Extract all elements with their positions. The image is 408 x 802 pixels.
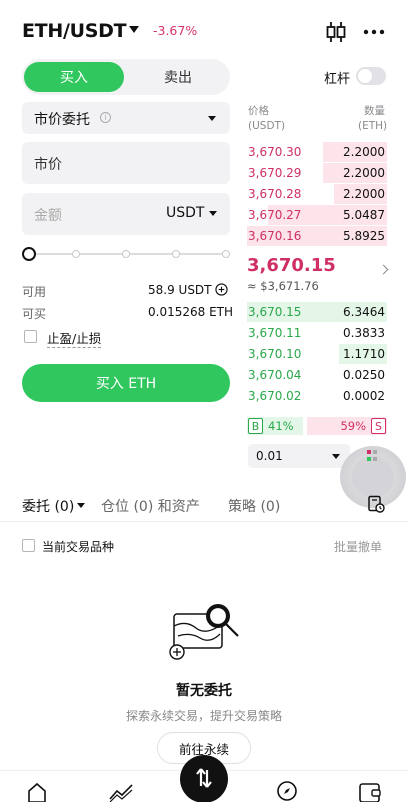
current-pair-label: 当前交易品种: [42, 540, 115, 554]
ask-qty: 5.0487: [343, 208, 385, 222]
leverage-toggle[interactable]: [356, 67, 386, 85]
ask-price: 3,670.27: [248, 208, 302, 222]
ob-price-header: 价格: [248, 105, 269, 117]
available-value: 58.9 USDT: [148, 283, 212, 297]
chevron-right-icon[interactable]: [378, 264, 389, 275]
buy-ratio: 41%: [268, 419, 294, 433]
ask-price: 3,670.29: [248, 166, 302, 180]
bid-qty: 1.1710: [343, 347, 385, 361]
bid-qty: 0.0002: [343, 389, 385, 403]
ask-qty: 2.2000: [343, 166, 385, 180]
ask-row[interactable]: 3,670.27 5.0487: [247, 205, 387, 225]
ask-price: 3,670.16: [248, 229, 302, 243]
buy-button[interactable]: 买入 ETH: [22, 364, 230, 402]
tpsl-checkbox[interactable]: [24, 330, 37, 343]
add-funds-icon[interactable]: [215, 283, 228, 296]
sell-badge: S: [371, 418, 386, 434]
slider-step-75[interactable]: [172, 250, 180, 258]
slider-step-100[interactable]: [222, 250, 230, 258]
ask-qty: 2.2000: [343, 145, 385, 159]
unit-dropdown-icon[interactable]: [209, 211, 217, 216]
price-change: -3.67%: [153, 23, 198, 38]
bid-row[interactable]: 3,670.11 0.3833: [247, 323, 387, 343]
ask-row[interactable]: 3,670.16 5.8925: [247, 226, 387, 246]
ob-price-unit: (USDT): [248, 120, 286, 132]
orders-filter-icon[interactable]: [77, 503, 85, 508]
candlestick-icon[interactable]: [324, 20, 348, 44]
ob-qty-unit: (ETH): [358, 120, 388, 132]
sell-ratio: 59%: [340, 419, 366, 433]
bid-row[interactable]: 3,670.10 1.1710: [247, 344, 387, 364]
buy-badge: B: [248, 418, 263, 434]
bid-price: 3,670.15: [248, 305, 302, 319]
bid-row[interactable]: 3,670.02 0.0002: [247, 386, 387, 406]
tpsl-label[interactable]: 止盈/止损: [47, 328, 102, 348]
tab-positions[interactable]: 仓位 (0) 和资产: [101, 496, 200, 516]
price-field-text: 市价: [34, 157, 62, 173]
amount-placeholder: 金额: [34, 208, 62, 224]
bid-price: 3,670.11: [248, 326, 302, 340]
ask-qty: 5.8925: [343, 229, 385, 243]
bid-qty: 0.3833: [343, 326, 385, 340]
bid-row[interactable]: 3,670.15 6.3464: [247, 302, 387, 322]
can-buy-value: 0.015268 ETH: [148, 305, 234, 319]
batch-cancel-button[interactable]: 批量撤单: [334, 538, 382, 555]
buy-sell-ratio: B 41% 59% S: [247, 417, 387, 435]
slider-step-25[interactable]: [72, 250, 80, 258]
available-label: 可用: [22, 285, 47, 299]
wallet-icon[interactable]: [358, 780, 382, 802]
tabs-divider: [0, 521, 408, 522]
empty-orders-illustration-icon: [169, 604, 239, 660]
order-history-icon[interactable]: [367, 495, 385, 513]
amount-unit[interactable]: USDT: [166, 205, 204, 221]
bid-qty: 0.0250: [343, 368, 385, 382]
last-price: 3,670.15: [247, 255, 336, 276]
order-type-label: 市价委托: [34, 112, 90, 128]
buy-tab[interactable]: 买入: [24, 62, 124, 92]
home-icon[interactable]: [26, 781, 48, 802]
bid-qty: 6.3464: [343, 305, 385, 319]
sell-tab[interactable]: 卖出: [128, 62, 228, 92]
info-icon[interactable]: i: [100, 112, 111, 123]
ask-row[interactable]: 3,670.29 2.2000: [247, 163, 387, 183]
empty-subtitle: 探索永续交易，提升交易策略: [125, 709, 282, 723]
bid-price: 3,670.02: [248, 389, 302, 403]
markets-icon[interactable]: [108, 781, 134, 802]
ask-qty: 2.2000: [343, 187, 385, 201]
pair-title[interactable]: ETH/USDT: [22, 20, 127, 42]
empty-title: 暂无委托: [176, 683, 232, 699]
tab-strategies[interactable]: 策略 (0): [228, 496, 280, 516]
ask-price: 3,670.30: [248, 145, 302, 159]
can-buy-label: 可买: [22, 307, 47, 321]
chevron-down-icon: [332, 454, 340, 459]
ask-price: 3,670.28: [248, 187, 302, 201]
chevron-down-icon: [208, 116, 216, 121]
more-icon[interactable]: [362, 20, 386, 44]
swap-arrows-icon: [196, 768, 212, 788]
ob-qty-header: 数量: [364, 105, 385, 117]
depth-precision-value: 0.01: [256, 449, 283, 463]
ask-row[interactable]: 3,670.28 2.2000: [247, 184, 387, 204]
tab-orders[interactable]: 委托 (0): [22, 496, 74, 516]
leverage-label: 杠杆: [324, 72, 351, 87]
bid-price: 3,670.10: [248, 347, 302, 361]
discover-compass-icon[interactable]: [276, 780, 298, 802]
last-price-fiat: ≈ $3,671.76: [247, 279, 319, 293]
ask-row[interactable]: 3,670.30 2.2000: [247, 142, 387, 162]
slider-handle[interactable]: [22, 247, 36, 261]
bid-row[interactable]: 3,670.04 0.0250: [247, 365, 387, 385]
slider-step-50[interactable]: [122, 250, 130, 258]
pair-dropdown-icon[interactable]: [129, 26, 139, 33]
bid-price: 3,670.04: [248, 368, 302, 382]
current-pair-checkbox[interactable]: [22, 539, 35, 552]
